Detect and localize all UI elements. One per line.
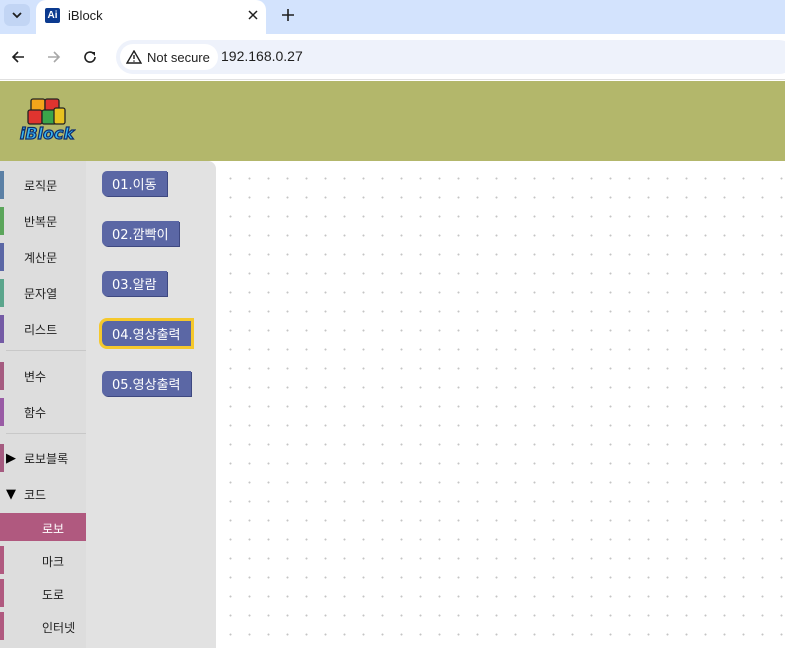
- category-color-bar: [0, 243, 4, 271]
- sidebar-subitem-label: 도로: [42, 588, 65, 602]
- category-color-bar: [0, 398, 4, 426]
- category-color-bar: [0, 362, 4, 390]
- back-button[interactable]: [6, 45, 30, 69]
- category-color-bar: [0, 546, 4, 574]
- block-workspace[interactable]: [216, 161, 785, 648]
- sidebar-subitem-road[interactable]: 도로: [0, 579, 86, 607]
- sidebar-item-label: 변수: [24, 369, 47, 384]
- sidebar-subitem-label: 로보: [42, 522, 65, 536]
- sidebar-subitem-mark[interactable]: 마크: [0, 546, 86, 574]
- logo-text: iBlock: [20, 124, 76, 143]
- expanded-arrow-icon: ▼: [6, 486, 16, 502]
- sidebar-item-label: 반복문: [24, 214, 58, 229]
- block-flyout: 01.이동 02.깜빡이 03.알람 04.영상출력 05.영상출력: [86, 161, 216, 648]
- close-icon: [248, 10, 258, 20]
- iblock-logo[interactable]: iBlock: [18, 95, 76, 147]
- code-block-02[interactable]: 02.깜빡이: [102, 221, 179, 246]
- url-text[interactable]: 192.168.0.27: [221, 48, 303, 64]
- warning-icon: [126, 50, 142, 64]
- favicon-icon: Ai: [45, 8, 60, 23]
- code-block-04[interactable]: 04.영상출력: [99, 318, 194, 349]
- sidebar-subitem-label: 마크: [42, 555, 65, 569]
- security-chip[interactable]: Not secure: [120, 44, 218, 70]
- sidebar-subitem-robo[interactable]: 로보: [0, 513, 86, 541]
- new-tab-button[interactable]: [277, 4, 299, 26]
- sidebar-item-label: 문자열: [24, 286, 58, 301]
- category-color-bar: [0, 279, 4, 307]
- sidebar-item-loops[interactable]: 반복문: [0, 207, 86, 235]
- category-color-bar: [0, 171, 4, 199]
- security-label: Not secure: [147, 49, 210, 65]
- browser-tabstrip: Ai iBlock: [0, 0, 785, 34]
- tab-title: iBlock: [68, 8, 103, 23]
- sidebar-separator: [6, 350, 86, 351]
- tab-search-button[interactable]: [4, 4, 30, 26]
- sidebar-group-code[interactable]: ▼ 코드: [0, 480, 86, 508]
- sidebar-item-label: 계산문: [24, 250, 58, 265]
- collapsed-arrow-icon: ▶: [6, 450, 16, 466]
- sidebar-group-roboblock[interactable]: ▶ 로보블록: [0, 444, 86, 472]
- sidebar-item-math[interactable]: 계산문: [0, 243, 86, 271]
- sidebar-item-label: 로보블록: [24, 451, 69, 466]
- sidebar-item-functions[interactable]: 함수: [0, 398, 86, 426]
- sidebar-item-label: 함수: [24, 405, 47, 420]
- sidebar-subitem-label: 인터넷: [42, 621, 76, 635]
- sidebar-item-text[interactable]: 문자열: [0, 279, 86, 307]
- browser-toolbar: Not secure 192.168.0.27: [0, 34, 785, 80]
- arrow-right-icon: [48, 51, 61, 63]
- category-color-bar: [0, 612, 4, 640]
- sidebar-separator: [6, 433, 86, 434]
- reload-button[interactable]: [78, 45, 102, 69]
- sidebar-item-label: 리스트: [24, 322, 58, 337]
- sidebar-item-logic[interactable]: 로직문: [0, 171, 86, 199]
- category-color-bar: [0, 207, 4, 235]
- category-color-bar: [0, 315, 4, 343]
- arrow-left-icon: [11, 51, 24, 63]
- sidebar-subitem-internet[interactable]: 인터넷: [0, 612, 86, 640]
- sidebar-item-lists[interactable]: 리스트: [0, 315, 86, 343]
- category-color-bar: [0, 579, 4, 607]
- sidebar-item-variables[interactable]: 변수: [0, 362, 86, 390]
- address-bar[interactable]: Not secure 192.168.0.27: [116, 40, 785, 74]
- plus-icon: [282, 9, 294, 21]
- category-color-bar: [0, 444, 4, 472]
- sidebar-item-label: 코드: [24, 487, 47, 502]
- tab-close-button[interactable]: [244, 6, 262, 24]
- code-block-03[interactable]: 03.알람: [102, 271, 167, 296]
- reload-icon: [84, 51, 96, 63]
- forward-button[interactable]: [42, 45, 66, 69]
- browser-tab[interactable]: Ai iBlock: [36, 0, 266, 34]
- sidebar-item-label: 로직문: [24, 178, 58, 193]
- chevron-down-icon: [12, 12, 22, 19]
- code-block-05[interactable]: 05.영상출력: [102, 371, 191, 396]
- category-sidebar: 로직문 반복문 계산문 문자열 리스트 변수 함수 ▶ 로보블록 ▼ 코드 로보: [0, 161, 86, 648]
- code-block-01[interactable]: 01.이동: [102, 171, 167, 196]
- app-header: iBlock: [0, 81, 785, 161]
